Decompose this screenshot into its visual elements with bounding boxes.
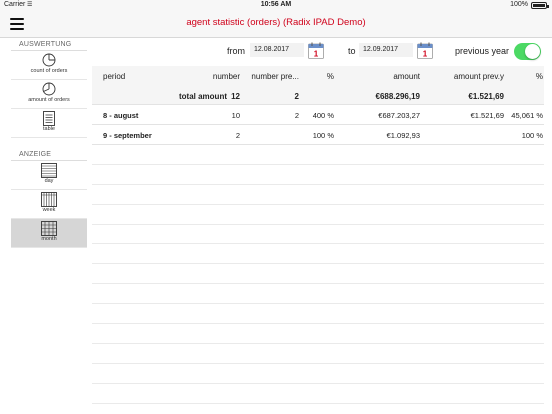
pie-chart-icon [11,51,87,67]
sidebar-item-label: week [42,207,56,213]
column-header-amount[interactable]: amount [393,72,420,81]
total-amount: €688.296,19 [375,92,421,101]
battery-percent: 100% [510,1,528,8]
row-percent: 400 % [312,111,334,120]
empty-row [92,304,544,325]
section-header-auswertung: AUSWERTUNG [11,38,87,51]
list-icon [11,161,87,178]
row-amount-prev: €1.521,69 [470,111,504,120]
table-row[interactable]: 8 - august 10 2 400 % €687.203,27 €1.521… [92,105,544,125]
grid-icon [11,219,87,236]
empty-row [92,284,544,305]
empty-row [92,324,544,344]
sidebar-item-label: day [44,178,54,184]
empty-row [92,185,544,205]
row-number: 10 [231,111,240,120]
empty-row [92,205,544,225]
sidebar-item-label: month [41,236,57,242]
column-header-number[interactable]: number [213,72,240,81]
empty-row [92,384,544,404]
sidebar: AUSWERTUNG count of orders amount of ord… [11,38,87,248]
total-number: 12 [231,92,240,101]
section-header-anzeige: ANZEIGE [11,148,87,161]
sidebar-item-day[interactable]: day [11,161,87,190]
sidebar-item-count-of-orders[interactable]: count of orders [11,51,87,80]
row-period: 8 - august [103,111,139,120]
calendar-icon[interactable]: 1 [308,42,324,59]
sidebar-item-week[interactable]: week [11,190,87,219]
table-row[interactable]: 9 - september 2 100 % €1.092,93 100 % [92,125,544,145]
column-header-amount-prev[interactable]: amount prev.y [454,72,504,81]
from-date-field[interactable]: 12.08.2017 [250,43,304,57]
row-percent: 100 % [312,131,334,140]
table-total-row: total amount 12 2 €688.296,19 €1.521,69 [92,86,544,105]
row-amount: €687.203,27 [378,111,420,120]
page-title: agent statistic (orders) (Radix IPAD Dem… [186,17,366,28]
clock: 10:56 AM [260,1,292,8]
sidebar-item-table[interactable]: table [11,109,87,138]
table-header-row: period number number pre... % amount amo… [92,66,544,86]
empty-row [92,225,544,245]
sidebar-item-label: table [43,126,55,132]
empty-row [92,165,544,185]
calendar-day-label: 1 [423,50,428,59]
empty-row [92,244,544,265]
pie-chart-icon [11,80,87,96]
empty-row [92,145,544,165]
filter-bar: from 12.08.2017 1 to 12.09.2017 1 previo… [92,38,552,65]
row-period: 9 - september [103,131,152,140]
column-header-period[interactable]: period [103,72,125,81]
total-amount-prev: €1.521,69 [468,92,504,101]
nav-bar: agent statistic (orders) (Radix IPAD Dem… [0,11,552,38]
row-amount: €1.092,93 [386,131,420,140]
to-date-field[interactable]: 12.09.2017 [359,43,413,57]
from-label: from [227,46,245,56]
status-bar: Carrier ☰ 10:56 AM 100% [0,0,552,11]
statistics-table: period number number pre... % amount amo… [92,66,544,404]
empty-row [92,364,544,384]
column-header-number-prev[interactable]: number pre... [251,72,299,81]
empty-row [92,344,544,364]
to-label: to [348,46,356,56]
calendar-icon[interactable]: 1 [417,42,433,59]
sidebar-item-label: amount of orders [28,97,70,103]
empty-row [92,264,544,285]
total-number-prev: 2 [294,92,299,101]
row-percent-amount: 45,061 % [511,111,543,120]
sidebar-item-month[interactable]: month [11,219,87,248]
column-header-percent[interactable]: % [327,72,334,81]
document-icon [11,109,87,126]
toggle-knob [525,44,540,59]
row-number: 2 [235,131,240,140]
previous-year-label: previous year [455,46,510,56]
sidebar-item-label: count of orders [30,68,68,74]
calendar-day-label: 1 [314,50,319,59]
battery-icon [531,2,549,9]
row-number-prev: 2 [294,111,299,120]
row-percent-amount: 100 % [521,131,543,140]
column-header-percent-amount[interactable]: % [536,72,543,81]
sidebar-item-amount-of-orders[interactable]: amount of orders [11,80,87,109]
columns-icon [11,190,87,207]
total-label: total amount [179,92,227,101]
previous-year-toggle[interactable] [514,43,541,60]
